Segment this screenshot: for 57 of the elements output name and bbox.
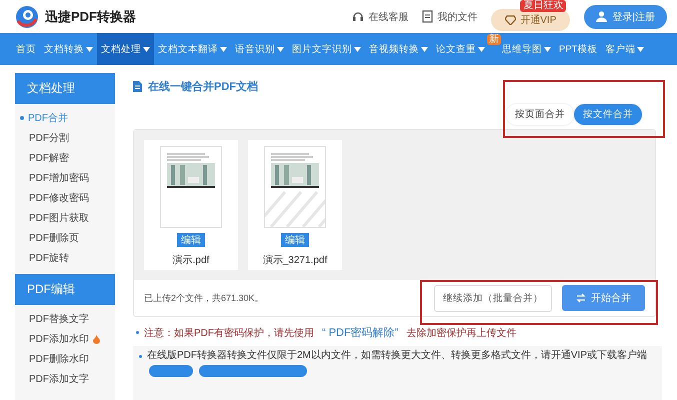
file-name: 演示.pdf: [172, 254, 210, 267]
bullet-icon: [139, 355, 142, 358]
sidebar-item[interactable]: PDF分割: [15, 128, 115, 148]
nav-tab[interactable]: 文档转换: [40, 33, 97, 65]
password-removal-link[interactable]: “ PDF密码解除”: [322, 327, 398, 339]
document-icon: [133, 81, 142, 92]
sidebar-heading: PDF编辑: [15, 274, 115, 305]
vip-button[interactable]: 开通VIP: [491, 8, 570, 30]
sidebar-item[interactable]: PDF替换文字: [15, 309, 115, 329]
nav-tab[interactable]: 文档文本翻译: [154, 33, 231, 65]
nav-tab[interactable]: 文档处理: [97, 33, 154, 65]
sidebar-item[interactable]: PDF删除水印: [15, 349, 115, 369]
login-button[interactable]: 登录|注册: [584, 4, 667, 28]
page-title: 在线一键合并PDF文档: [148, 80, 258, 94]
notice-text: 注意：如果PDF有密码保护，请先使用 “ PDF密码解除” 去除加密保护再上传文件: [144, 326, 516, 340]
edit-button[interactable]: 编辑: [177, 233, 205, 247]
merge-mode-button[interactable]: 按文件合并: [574, 104, 642, 125]
nav-tab[interactable]: 首页: [12, 33, 40, 65]
sidebar-item[interactable]: PDF添加水印: [15, 329, 115, 349]
nav-tab[interactable]: 思维导图: [498, 33, 555, 65]
user-icon: [596, 11, 608, 22]
swap-icon: [576, 293, 586, 303]
new-badge: 新: [487, 34, 501, 45]
sidebar-item[interactable]: PDF添加文字: [15, 369, 115, 389]
edit-button[interactable]: 编辑: [281, 233, 309, 247]
sidebar-item[interactable]: PDF删除页: [15, 228, 115, 248]
file-name: 演示_3271.pdf: [262, 254, 328, 267]
bullet-icon: [20, 116, 24, 120]
header-link[interactable]: 我的文件: [422, 10, 478, 24]
sidebar-item[interactable]: PDF图片获取: [15, 208, 115, 228]
nav-tab[interactable]: 客户端: [601, 33, 648, 65]
sidebar-item[interactable]: PDF合并: [15, 108, 115, 128]
sidebar-item[interactable]: PDF修改密码: [15, 188, 115, 208]
bullet-icon: [136, 331, 139, 334]
add-files-button[interactable]: 继续添加（批量合并）: [434, 284, 552, 312]
sidebar-item[interactable]: PDF旋转: [15, 248, 115, 268]
merge-mode-button[interactable]: 按页面合并: [506, 104, 574, 125]
start-merge-button[interactable]: 开始合并: [562, 285, 645, 311]
header-link[interactable]: 在线客服: [352, 10, 408, 24]
document-icon: [422, 10, 434, 23]
headset-icon: [352, 10, 364, 22]
nav-tab[interactable]: 图片文字识别: [288, 33, 365, 65]
nav-tab[interactable]: PPT模板: [555, 33, 602, 65]
pill-button[interactable]: [199, 365, 307, 377]
info-text: 在线版PDF转换器转换文件仅限于2M以内文件，如需转换更大文件、转换更多格式文件，请开通VIP或下载客户端: [147, 350, 648, 362]
sidebar-item[interactable]: PDF增加密码: [15, 168, 115, 188]
promo-badge: 夏日狂欢: [520, 0, 566, 12]
upload-summary: 已上传2个文件，共671.30K。: [144, 292, 265, 304]
nav-tab[interactable]: 音视频转换: [365, 33, 432, 65]
nav-tab[interactable]: 语音识别: [231, 33, 288, 65]
sidebar-heading: 文档处理: [15, 73, 115, 104]
sidebar-item[interactable]: PDF解密: [15, 148, 115, 168]
logo-icon: [15, 4, 39, 28]
pill-button[interactable]: [149, 365, 193, 377]
diamond-icon: [505, 14, 516, 24]
logo-text: 迅捷PDF转换器: [45, 8, 136, 26]
nav-tab[interactable]: 论文查重: [432, 33, 489, 65]
